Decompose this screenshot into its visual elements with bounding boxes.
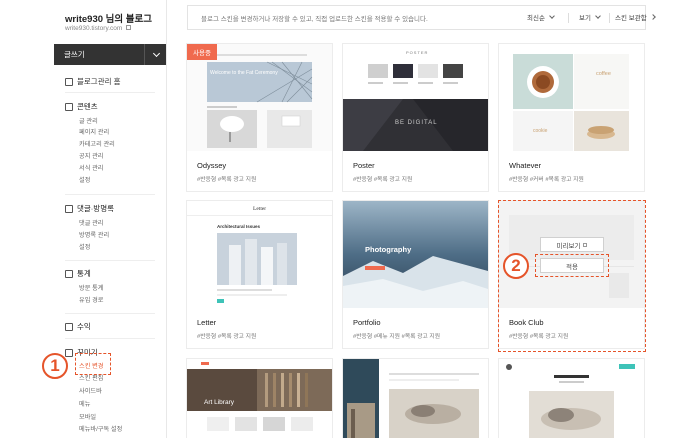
- skin-name: Whatever: [509, 161, 542, 170]
- skin-storage-link[interactable]: 스킨 보관함: [596, 12, 656, 22]
- toolbar-divider: [568, 13, 569, 23]
- sidebar-item-sidebar[interactable]: 사이드바: [79, 386, 102, 395]
- sidebar-divider: [65, 92, 155, 93]
- sidebar-divider: [65, 338, 155, 339]
- odyssey-preview: [187, 44, 332, 151]
- poster-banner-text: BE DIGITAL: [395, 120, 438, 126]
- step-1-marker: 1: [42, 353, 68, 379]
- blog-title[interactable]: write930 님의 블로그: [65, 11, 152, 25]
- skin-tags: #반응형 #메뉴 지원 #목록 광고 지원: [353, 334, 441, 340]
- step-2-highlight-apply: [535, 254, 609, 277]
- skin-tags: #반응형 #목록 광고 지원: [353, 177, 413, 183]
- skin-thumbnail-row3-3[interactable]: [499, 359, 644, 438]
- home-icon: [65, 77, 73, 86]
- skin-thumbnail-art-library[interactable]: Art Library: [187, 359, 332, 438]
- sidebar-item-comment-settings[interactable]: 설정: [79, 242, 90, 251]
- skin-thumbnail-letter[interactable]: Letter Architectural Issues: [187, 201, 332, 308]
- comment-icon: [65, 204, 73, 213]
- sidebar-item-posts[interactable]: 글 관리: [79, 116, 98, 125]
- sidebar-divider: [65, 194, 155, 195]
- sidebar-item-visits[interactable]: 방문 통계: [79, 283, 104, 292]
- skin-name: Portfolio: [353, 318, 381, 327]
- skin-card-row3-2[interactable]: [343, 359, 488, 438]
- skin-card-row3-3[interactable]: [499, 359, 644, 438]
- skin-name: Letter: [197, 318, 217, 327]
- skin-thumbnail-odyssey[interactable]: Welcome to the Fat Ceremony 사용중: [187, 44, 332, 151]
- sidebar-item-templates[interactable]: 서식 관리: [79, 163, 104, 172]
- sidebar-divider: [65, 260, 155, 261]
- chevron-down-icon: [548, 13, 555, 19]
- skin-thumbnail-whatever[interactable]: coffee cookie: [499, 44, 644, 151]
- document-icon: [65, 102, 73, 111]
- letter-logo: Letter: [253, 206, 267, 212]
- row3-2-preview: [343, 359, 488, 438]
- art-library-text: Art Library: [204, 399, 234, 406]
- portfolio-heading: Photography: [365, 245, 412, 254]
- sidebar-section-revenue[interactable]: 수익: [65, 321, 91, 332]
- skin-description: 블로그 스킨을 변경하거나 저장할 수 있고, 직접 업로드한 스킨을 적용할 …: [201, 16, 428, 23]
- sidebar-section-stats[interactable]: 통계: [65, 268, 91, 279]
- step-2-marker: 2: [503, 253, 529, 279]
- sort-dropdown[interactable]: 최신순: [527, 12, 555, 22]
- skin-card-whatever[interactable]: coffee cookie Whatever #반응형 #커버 #목록 광고 지…: [499, 44, 644, 191]
- poster-preview: [343, 44, 488, 151]
- skin-card-letter[interactable]: Letter Architectural Issues Letter #반응형 …: [187, 201, 332, 348]
- skin-thumbnail-poster[interactable]: POSTER BE DIGITAL: [343, 44, 488, 151]
- chevron-down-icon[interactable]: [152, 49, 161, 58]
- skin-change-page: write930 님의 블로그 write930.tistory.com 글쓰기…: [0, 0, 700, 438]
- skin-card-odyssey[interactable]: Welcome to the Fat Ceremony 사용중 Odyssey …: [187, 44, 332, 191]
- sidebar-item-menu[interactable]: 메뉴: [79, 399, 90, 408]
- sidebar-item-menubar[interactable]: 메뉴바/구독 설정: [79, 424, 122, 433]
- step-1-highlight: [75, 353, 111, 375]
- portfolio-preview: [343, 201, 488, 308]
- chart-icon: [65, 269, 73, 278]
- skin-card-row3-1[interactable]: Art Library: [187, 359, 332, 438]
- whatever-preview: [499, 44, 644, 151]
- sidebar-section-content[interactable]: 콘텐츠: [65, 101, 98, 112]
- skin-tags: #반응형 #목록 광고 지원: [197, 177, 257, 183]
- skin-name: Poster: [353, 161, 375, 170]
- skin-toolbar: 블로그 스킨을 변경하거나 저장할 수 있고, 직접 업로드한 스킨을 적용할 …: [187, 5, 656, 30]
- sidebar-item-content-settings[interactable]: 설정: [79, 175, 90, 184]
- whatever-coffee-text: coffee: [596, 71, 611, 77]
- sidebar-section-comments[interactable]: 댓글·방명록: [65, 203, 114, 214]
- sidebar-item-guestbook[interactable]: 방명록 관리: [79, 230, 109, 239]
- whatever-cookie-text: cookie: [533, 128, 548, 134]
- in-use-badge: 사용중: [187, 44, 217, 60]
- skin-thumbnail-row3-2[interactable]: [343, 359, 488, 438]
- external-link-icon: [126, 25, 132, 30]
- letter-preview: [187, 201, 332, 308]
- poster-logo: POSTER: [406, 50, 429, 55]
- skin-tags: #반응형 #목록 광고 지원: [197, 334, 257, 340]
- write-button[interactable]: 글쓰기: [54, 44, 166, 65]
- sidebar-item-comments[interactable]: 댓글 관리: [79, 218, 104, 227]
- sidebar-item-notices[interactable]: 공지 관리: [79, 151, 104, 160]
- odyssey-hero-text: Welcome to the Fat Ceremony: [210, 70, 278, 76]
- brush-icon: [65, 348, 73, 357]
- sidebar-item-mobile[interactable]: 모바일: [79, 412, 96, 421]
- coin-icon: [65, 322, 73, 331]
- skin-card-poster[interactable]: POSTER BE DIGITAL Poster #반응형 #목록 광고 지원: [343, 44, 488, 191]
- sidebar-item-pages[interactable]: 페이지 관리: [79, 127, 109, 136]
- skin-tags: #반응형 #커버 #목록 광고 지원: [509, 177, 584, 183]
- skin-name: Odyssey: [197, 161, 227, 170]
- row3-3-preview: [499, 359, 644, 438]
- sidebar-divider: [65, 313, 155, 314]
- skin-card-portfolio[interactable]: Photography Portfolio #반응형 #메뉴 지원 #목록 광고…: [343, 201, 488, 348]
- sidebar-item-referrers[interactable]: 유입 경로: [79, 295, 104, 304]
- letter-heading: Architectural Issues: [217, 224, 261, 229]
- blog-url[interactable]: write930.tistory.com: [65, 25, 132, 32]
- write-button-divider: [144, 44, 145, 65]
- chevron-right-icon: [649, 14, 656, 20]
- sidebar-item-categories[interactable]: 카테고리 관리: [79, 139, 115, 148]
- skin-thumbnail-portfolio[interactable]: Photography: [343, 201, 488, 308]
- sidebar-home-link[interactable]: 블로그관리 홈: [65, 76, 120, 87]
